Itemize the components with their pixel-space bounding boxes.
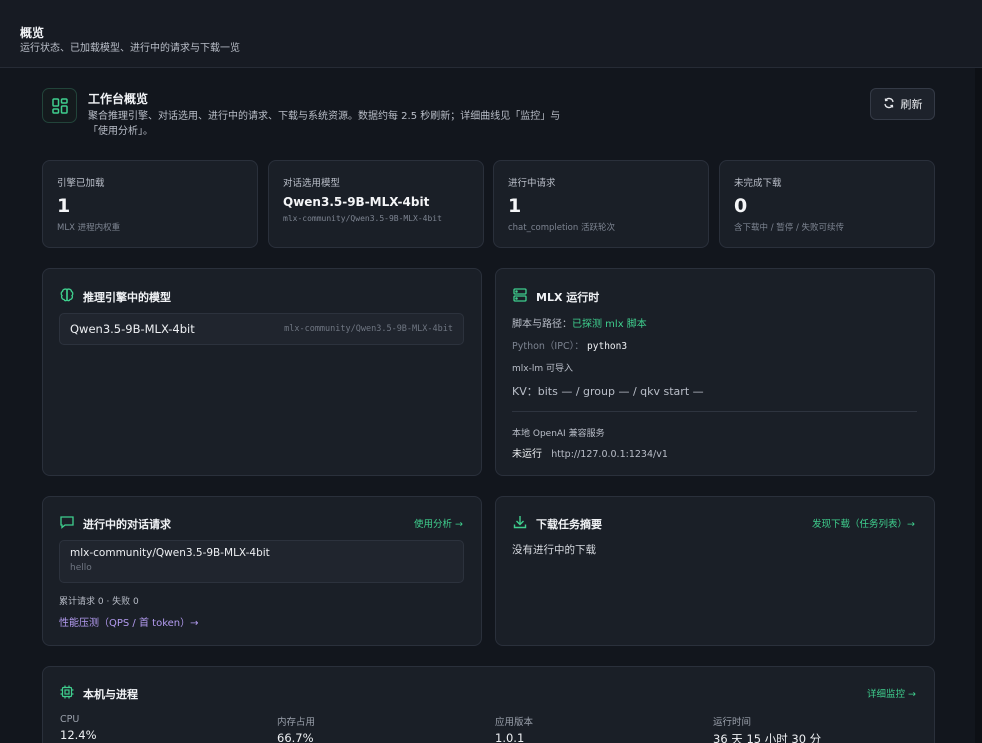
brain-icon [59, 287, 75, 306]
system-cpu: CPU 12.4% [60, 714, 97, 742]
stat-value: 1 [57, 195, 71, 217]
refresh-icon [883, 97, 895, 112]
stat-label: 未完成下载 [734, 178, 782, 189]
openai-service-line: 未运行 http://127.0.0.1:1234/v1 [512, 445, 668, 460]
chat-icon [59, 514, 75, 533]
server-icon [512, 287, 528, 306]
overview-title: 工作台概览 [88, 92, 149, 106]
download-icon [512, 514, 528, 533]
stat-chat-model: 对话选用模型 Qwen3.5-9B-MLX-4bit mlx-community… [268, 160, 484, 248]
python-label: Python（IPC）： [512, 341, 584, 352]
script-path-line: 脚本与路径：已探测 mlx 脚本 [512, 315, 647, 330]
request-model: mlx-community/Qwen3.5-9B-MLX-4bit [70, 547, 270, 559]
engine-panel-title: 推理引擎中的模型 [59, 287, 171, 306]
mlx-lm-status: mlx-lm 可导入 [512, 364, 573, 374]
kv-cache-config: KV：bits — / group — / qkv start — [512, 385, 704, 398]
system-panel: 本机与进程 详细监控 → CPU 12.4% 内存占用 66.7% 应用版本 1… [42, 666, 935, 743]
page-subtitle: 运行状态、已加载模型、进行中的请求与下载一览 [20, 43, 240, 54]
divider [512, 411, 917, 412]
dashboard-icon [42, 88, 77, 123]
requests-panel-title: 进行中的对话请求 [59, 514, 171, 533]
discover-downloads-link[interactable]: 发现下载（任务列表）→ [812, 516, 915, 530]
stat-value: 0 [734, 195, 748, 217]
system-panel-title-text: 本机与进程 [83, 687, 138, 701]
system-uptime: 运行时间 36 天 15 小时 30 分 [713, 714, 821, 743]
usage-analysis-link[interactable]: 使用分析 → [414, 516, 463, 530]
uptime-value: 36 天 15 小时 30 分 [713, 732, 822, 743]
cpu-label: CPU [60, 714, 80, 725]
downloads-panel: 下载任务摘要 发现下载（任务列表）→ 没有进行中的下载 [495, 496, 935, 646]
openai-service-url: http://127.0.0.1:1234/v1 [551, 449, 668, 460]
engine-model-name: Qwen3.5-9B-MLX-4bit [70, 322, 195, 336]
active-requests-panel: 进行中的对话请求 使用分析 → mlx-community/Qwen3.5-9B… [42, 496, 482, 646]
overview-description: 聚合推理引擎、对话选用、进行中的请求、下载与系统资源。数据约每 2.5 秒刷新；… [88, 111, 561, 137]
page-header: 概览 运行状态、已加载模型、进行中的请求与下载一览 [0, 0, 982, 68]
downloads-panel-title: 下载任务摘要 [512, 514, 602, 533]
system-app-version: 应用版本 1.0.1 [495, 714, 533, 743]
chip-icon [59, 684, 75, 703]
memory-label: 内存占用 [277, 717, 316, 728]
refresh-button[interactable]: 刷新 [870, 88, 935, 120]
script-path-value: 已探测 mlx 脚本 [572, 319, 647, 330]
page-title: 概览 [20, 26, 45, 40]
stat-engine-loaded: 引擎已加载 1 MLX 进程内权重 [42, 160, 258, 248]
script-path-label: 脚本与路径： [512, 319, 572, 330]
system-panel-title: 本机与进程 [59, 684, 138, 703]
engine-models-panel: 推理引擎中的模型 Qwen3.5-9B-MLX-4bit mlx-communi… [42, 268, 482, 476]
stat-label: 引擎已加载 [57, 178, 105, 189]
scrollbar[interactable] [975, 68, 982, 743]
downloads-panel-title-text: 下载任务摘要 [536, 517, 602, 531]
requests-panel-title-text: 进行中的对话请求 [83, 517, 171, 531]
stat-note: MLX 进程内权重 [57, 223, 121, 233]
stat-note: 含下载中 / 暂停 / 失败可续传 [734, 223, 845, 233]
system-memory: 内存占用 66.7% [277, 714, 315, 743]
stat-note: chat_completion 活跃轮次 [508, 223, 615, 233]
stat-label: 对话选用模型 [283, 178, 341, 189]
app-version-label: 应用版本 [495, 717, 534, 728]
benchmark-link[interactable]: 性能压测（QPS / 首 token）→ [59, 614, 199, 629]
engine-panel-title-text: 推理引擎中的模型 [83, 290, 171, 304]
openai-service-label: 本地 OpenAI 兼容服务 [512, 429, 605, 439]
refresh-label: 刷新 [900, 98, 923, 111]
openai-service-status: 未运行 [512, 449, 542, 460]
mlx-runtime-panel: MLX 运行时 脚本与路径：已探测 mlx 脚本 Python（IPC）： py… [495, 268, 935, 476]
app-version-value: 1.0.1 [495, 731, 525, 743]
stat-value: 1 [508, 195, 522, 217]
python-value: python3 [587, 341, 628, 352]
uptime-label: 运行时间 [713, 717, 752, 728]
request-summary: 累计请求 0 · 失败 0 [59, 597, 139, 607]
python-line: Python（IPC）： python3 [512, 338, 627, 352]
stat-label: 进行中请求 [508, 178, 556, 189]
cpu-value: 12.4% [60, 728, 97, 742]
stat-value: Qwen3.5-9B-MLX-4bit [283, 195, 430, 209]
stat-note: mlx-community/Qwen3.5-9B-MLX-4bit [283, 214, 442, 223]
detail-monitor-link[interactable]: 详细监控 → [867, 686, 916, 700]
overview-header: 工作台概览 聚合推理引擎、对话选用、进行中的请求、下载与系统资源。数据约每 2.… [42, 88, 935, 142]
stat-pending-downloads: 未完成下载 0 含下载中 / 暂停 / 失败可续传 [719, 160, 935, 248]
stat-active-requests: 进行中请求 1 chat_completion 活跃轮次 [493, 160, 709, 248]
engine-model-row[interactable]: Qwen3.5-9B-MLX-4bit mlx-community/Qwen3.… [59, 313, 464, 345]
request-item[interactable]: mlx-community/Qwen3.5-9B-MLX-4bit hello [59, 540, 464, 583]
downloads-empty-text: 没有进行中的下载 [512, 544, 596, 556]
runtime-panel-title: MLX 运行时 [512, 287, 599, 306]
request-preview: hello [70, 563, 92, 573]
memory-value: 66.7% [277, 731, 314, 743]
engine-model-repo: mlx-community/Qwen3.5-9B-MLX-4bit [284, 324, 453, 334]
runtime-panel-title-text: MLX 运行时 [536, 290, 600, 304]
